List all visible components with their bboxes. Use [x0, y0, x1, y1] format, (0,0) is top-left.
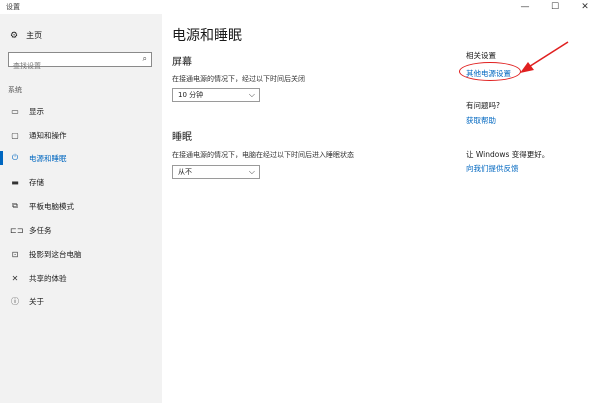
section-label: 系统 [8, 86, 22, 94]
nav-home-label: 主页 [26, 31, 43, 40]
window-title: 设置 [6, 3, 20, 11]
screen-timeout-value: 10 分钟 [178, 91, 204, 99]
multitask-icon: ⊏⊐ [10, 225, 24, 235]
page-title: 电源和睡眠 [172, 28, 242, 44]
sidebar-item-label: 平板电脑模式 [29, 201, 74, 211]
active-indicator [0, 151, 3, 165]
improve-windows-title: 让 Windows 变得更好。 [466, 150, 550, 159]
monitor-icon: ▭ [11, 106, 19, 116]
sleep-timeout-value: 从不 [178, 168, 192, 176]
sidebar-item-power[interactable]: ⏻ 电源和睡眠 [10, 152, 67, 164]
screen-heading: 屏幕 [172, 57, 192, 68]
sidebar-item-multitask[interactable]: ⊏⊐ 多任务 [10, 224, 52, 236]
storage-icon: ▬ [11, 177, 19, 187]
sidebar-item-storage[interactable]: ▬ 存储 [10, 176, 44, 188]
search-input[interactable] [9, 59, 137, 73]
sidebar-item-label: 显示 [29, 106, 44, 116]
gear-icon: ⚙ [10, 30, 19, 41]
project-icon: ⊡ [11, 249, 19, 259]
sidebar-item-tablet[interactable]: ⧉ 平板电脑模式 [10, 200, 74, 212]
minimize-button[interactable]: — [510, 0, 540, 14]
sidebar-item-label: 电源和睡眠 [29, 153, 67, 163]
sidebar-item-label: 通知和操作 [29, 130, 67, 140]
share-icon: ✕ [11, 273, 19, 283]
message-icon: ▢ [11, 130, 19, 140]
chevron-down-icon: ⌵ [248, 90, 255, 99]
feedback-link[interactable]: 向我们提供反馈 [466, 163, 519, 174]
question-title: 有问题吗? [466, 101, 500, 110]
sidebar: ⚙ 主页 ⌕ 系统 ▭ 显示 ▢ 通知和操作 ⏻ 电源和睡眠 ▬ 存储 ⧉ 平板… [0, 14, 162, 403]
annotation-ellipse [459, 62, 521, 81]
tablet-icon: ⧉ [12, 201, 18, 210]
sidebar-item-label: 存储 [29, 177, 44, 187]
sidebar-item-label: 多任务 [29, 225, 52, 235]
sidebar-item-label: 投影到这台电脑 [29, 249, 82, 259]
chevron-down-icon: ⌵ [248, 167, 255, 176]
search-icon[interactable]: ⌕ [143, 54, 147, 64]
screen-description: 在接通电源的情况下，经过以下时间后关闭 [172, 75, 305, 83]
power-icon: ⏻ [11, 153, 19, 162]
sidebar-item-about[interactable]: ⓘ 关于 [10, 295, 44, 307]
sleep-timeout-select[interactable]: 从不 ⌵ [172, 165, 260, 179]
sidebar-item-label: 关于 [29, 296, 44, 306]
search-box[interactable]: ⌕ [8, 52, 152, 73]
sleep-description: 在接通电源的情况下，电脑在经过以下时间后进入睡眠状态 [172, 151, 354, 159]
sidebar-item-notifications[interactable]: ▢ 通知和操作 [10, 129, 67, 141]
sidebar-item-shared[interactable]: ✕ 共享的体验 [10, 272, 67, 284]
sleep-heading: 睡眠 [172, 132, 192, 143]
sidebar-item-label: 共享的体验 [29, 273, 67, 283]
close-button[interactable]: ✕ [570, 0, 600, 14]
get-help-link[interactable]: 获取帮助 [466, 115, 496, 126]
screen-timeout-select[interactable]: 10 分钟 ⌵ [172, 88, 260, 102]
nav-home[interactable]: ⚙ 主页 [10, 30, 42, 41]
title-bar: 设置 — ☐ ✕ [0, 0, 600, 14]
related-settings-title: 相关设置 [466, 51, 496, 60]
sidebar-item-project[interactable]: ⊡ 投影到这台电脑 [10, 248, 82, 260]
maximize-button[interactable]: ☐ [540, 0, 570, 14]
sidebar-item-display[interactable]: ▭ 显示 [10, 105, 44, 117]
info-icon: ⓘ [11, 296, 19, 306]
